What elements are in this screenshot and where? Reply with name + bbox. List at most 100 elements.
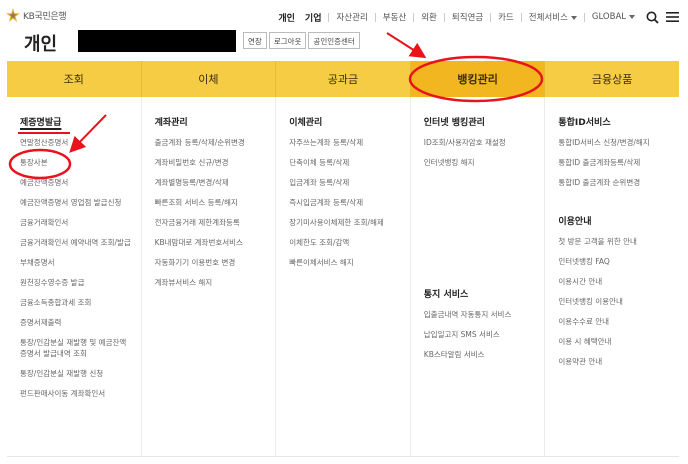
- menu-item[interactable]: 단축이체 등록/삭제: [289, 157, 410, 168]
- top-nav-item-label: 전체서비스: [528, 13, 568, 23]
- arrow-to-banking-tab: [386, 32, 427, 59]
- menu-column-title[interactable]: 인터넷 뱅킹관리: [424, 115, 545, 128]
- menu-item[interactable]: 입금계좌 등록/삭제: [289, 177, 410, 188]
- menu-item[interactable]: 통합ID 출금계좌 순위변경: [558, 177, 679, 188]
- menu-list: 출금계좌 등록/삭제/순위변경계좌비밀번호 신규/변경계좌별명등록/변경/삭제빠…: [155, 137, 276, 288]
- menu-item[interactable]: 이체한도 조회/감액: [289, 237, 410, 248]
- menu-list: 통합ID서비스 신청/변경/해지통합ID 출금계좌등록/삭제통합ID 출금계좌 …: [558, 137, 679, 188]
- brand-name: KB국민은행: [23, 11, 67, 22]
- page-title: 개인: [24, 34, 58, 55]
- menu-item[interactable]: KB내맘대로 계좌번호서비스: [155, 237, 276, 248]
- caret-down-icon: [629, 14, 635, 19]
- menu-subgroup-title[interactable]: 통지 서비스: [424, 287, 520, 300]
- menu-item[interactable]: 인터넷뱅킹 해지: [424, 157, 545, 168]
- main-nav: 조회 이체 공과금 뱅킹관리 금융상품: [7, 61, 679, 97]
- top-nav-item[interactable]: 개인: [273, 11, 300, 24]
- main-nav-tab[interactable]: 뱅킹관리: [410, 61, 546, 97]
- menu-item[interactable]: 통합ID서비스 신청/변경/해지: [558, 137, 679, 148]
- menu-column-title[interactable]: 이체관리: [289, 115, 410, 128]
- session-button[interactable]: 로그아웃: [268, 32, 307, 49]
- top-nav-item[interactable]: 카드: [493, 11, 519, 23]
- menu-item[interactable]: 통장/인감분실 재발행 및 예금잔액증명서 발급내역 조회: [20, 337, 141, 359]
- main-nav-tab[interactable]: 금융상품: [545, 61, 679, 97]
- search-icon[interactable]: [644, 9, 660, 25]
- menu-item[interactable]: 계좌뷰서비스 해지: [155, 277, 276, 288]
- menu-item[interactable]: 금융소득종합과세 조회: [20, 297, 141, 308]
- menu-item[interactable]: 빠른조회 서비스 등록/해지: [155, 197, 276, 208]
- nav-separator: [413, 12, 415, 22]
- menu-item[interactable]: 이용수수료 안내: [558, 316, 645, 327]
- menu-item[interactable]: 납입일고지 SMS 서비스: [424, 329, 520, 340]
- menu-item[interactable]: 통합ID 출금계좌등록/삭제: [558, 157, 679, 168]
- menu-item[interactable]: 금융거래확인서: [20, 217, 141, 228]
- menu-item[interactable]: 이용약관 안내: [558, 356, 645, 367]
- menu-list: 자주쓰는계좌 등록/삭제단축이체 등록/삭제입금계좌 등록/삭제즉시입금계좌 등…: [289, 137, 410, 268]
- menu-item[interactable]: 빠른이체서비스 해지: [289, 257, 410, 268]
- menu-item[interactable]: 통장/인감분실 재발행 신청: [20, 368, 141, 379]
- menu-item[interactable]: 이용시간 안내: [558, 276, 645, 287]
- menu-item[interactable]: 자주쓰는계좌 등록/삭제: [289, 137, 410, 148]
- top-nav-item[interactable]: 기업: [300, 11, 327, 24]
- menu-list: 첫 방문 고객을 위한 안내인터넷뱅킹 FAQ 이용시간 안내인터넷뱅킹 이용안내…: [558, 236, 645, 367]
- menu-item[interactable]: 출금계좌 등록/삭제/순위변경: [155, 137, 276, 148]
- menu-item[interactable]: 계좌별명등록/변경/삭제: [155, 177, 276, 188]
- menu-item[interactable]: 자동화기기 이용번호 변경: [155, 257, 276, 268]
- menu-subgroup: 통지 서비스입출금내역 자동통지 서비스납입일고지 SMS 서비스 KB스타알림 …: [424, 287, 520, 369]
- hamburger-menu-icon[interactable]: [664, 9, 680, 25]
- menu-item[interactable]: KB스타알림 서비스: [424, 349, 520, 360]
- menu-column: 제증명발급연말정산증명서통장사본예금잔액증명서예금잔액증명서 영업점 발급신청금…: [7, 97, 142, 456]
- menu-item[interactable]: 금융거래확인서 예약내역 조회/발급: [20, 237, 141, 248]
- menu-column: 인터넷 뱅킹관리 ID조회/사용자암호 재설정인터넷뱅킹 해지통지 서비스입출금내…: [411, 97, 546, 456]
- menu-column: 통합ID서비스 통합ID서비스 신청/변경/해지 통합ID 출금계좌등록/삭제 통합I…: [545, 97, 679, 456]
- menu-list: 입출금내역 자동통지 서비스납입일고지 SMS 서비스 KB스타알림 서비스: [424, 309, 520, 360]
- menu-item[interactable]: 연말정산증명서: [20, 137, 141, 148]
- kb-logo[interactable]: KB국민은행: [6, 8, 67, 22]
- menu-subgroup-title[interactable]: 이용안내: [558, 214, 645, 227]
- menu-column: 이체관리자주쓰는계좌 등록/삭제단축이체 등록/삭제입금계좌 등록/삭제즉시입금…: [276, 97, 411, 456]
- top-nav-item[interactable]: 전체서비스: [524, 11, 582, 23]
- menu-item[interactable]: 전자금융거래 제한계좌등록: [155, 217, 276, 228]
- menu-item[interactable]: 인터넷뱅킹 이용안내: [558, 296, 645, 307]
- main-nav-tab[interactable]: 공과금: [276, 61, 411, 97]
- top-header: KB국민은행 개인 기업 자산관리 부동산 외환 퇴직연금 카드 전체서비스 GLOBAL 개인…: [0, 0, 688, 55]
- nav-separator: [583, 12, 585, 22]
- menu-column-title[interactable]: 계좌관리: [155, 115, 276, 128]
- menu-item[interactable]: ID조회/사용자암호 재설정: [424, 137, 545, 148]
- menu-item[interactable]: 첫 방문 고객을 위한 안내: [558, 236, 645, 247]
- top-nav-item[interactable]: 퇴직연금: [447, 11, 488, 23]
- menu-item[interactable]: 증명서재출력: [20, 317, 141, 328]
- session-button[interactable]: 연장: [243, 32, 267, 49]
- nav-separator: [490, 12, 492, 22]
- top-nav-item-label: GLOBAL: [591, 12, 626, 22]
- top-nav-item[interactable]: 자산관리: [331, 11, 372, 23]
- menu-item[interactable]: 계좌비밀번호 신규/변경: [155, 157, 276, 168]
- top-nav-item[interactable]: 외환: [416, 11, 442, 23]
- menu-column-title[interactable]: 제증명발급: [20, 115, 141, 128]
- nav-separator: [374, 12, 376, 22]
- menu-column: 계좌관리출금계좌 등록/삭제/순위변경계좌비밀번호 신규/변경계좌별명등록/변경…: [142, 97, 277, 456]
- menu-item[interactable]: 부채증명서: [20, 257, 141, 268]
- menu-list: ID조회/사용자암호 재설정인터넷뱅킹 해지: [424, 137, 545, 168]
- menu-subgroup: 이용안내첫 방문 고객을 위한 안내인터넷뱅킹 FAQ 이용시간 안내인터넷뱅킹 …: [558, 214, 645, 376]
- menu-item[interactable]: 즉시입금계좌 등록/삭제: [289, 197, 410, 208]
- menu-item[interactable]: 입출금내역 자동통지 서비스: [424, 309, 520, 320]
- session-buttons: 연장 로그아웃 공인인증센터: [243, 32, 360, 49]
- menu-item[interactable]: 인터넷뱅킹 FAQ: [558, 256, 645, 267]
- menu-list: 연말정산증명서통장사본예금잔액증명서예금잔액증명서 영업점 발급신청금융거래확인…: [20, 137, 141, 399]
- main-nav-tab[interactable]: 조회: [7, 61, 142, 97]
- menu-item[interactable]: 이용 시 혜택안내: [558, 336, 645, 347]
- menu-item[interactable]: 펀드판매사이동 계좌확인서: [20, 388, 141, 399]
- menu-item[interactable]: 원천징수영수증 발급: [20, 277, 141, 288]
- top-nav-item[interactable]: GLOBAL: [587, 12, 640, 22]
- main-nav-tab[interactable]: 이체: [142, 61, 277, 97]
- menu-item[interactable]: 통장사본: [20, 157, 141, 168]
- menu-item[interactable]: 장기미사용이체제한 조회/해제: [289, 217, 410, 228]
- top-nav: 개인 기업 자산관리 부동산 외환 퇴직연금 카드 전체서비스 GLOBAL: [273, 9, 680, 25]
- menu-column-title[interactable]: 통합ID서비스: [558, 115, 679, 128]
- mega-menu: 제증명발급연말정산증명서통장사본예금잔액증명서예금잔액증명서 영업점 발급신청금…: [7, 97, 679, 457]
- menu-item[interactable]: 예금잔액증명서 영업점 발급신청: [20, 197, 141, 208]
- session-button[interactable]: 공인인증센터: [308, 32, 360, 49]
- top-nav-item[interactable]: 부동산: [378, 11, 411, 23]
- menu-item[interactable]: 예금잔액증명서: [20, 177, 141, 188]
- nav-separator: [520, 12, 522, 22]
